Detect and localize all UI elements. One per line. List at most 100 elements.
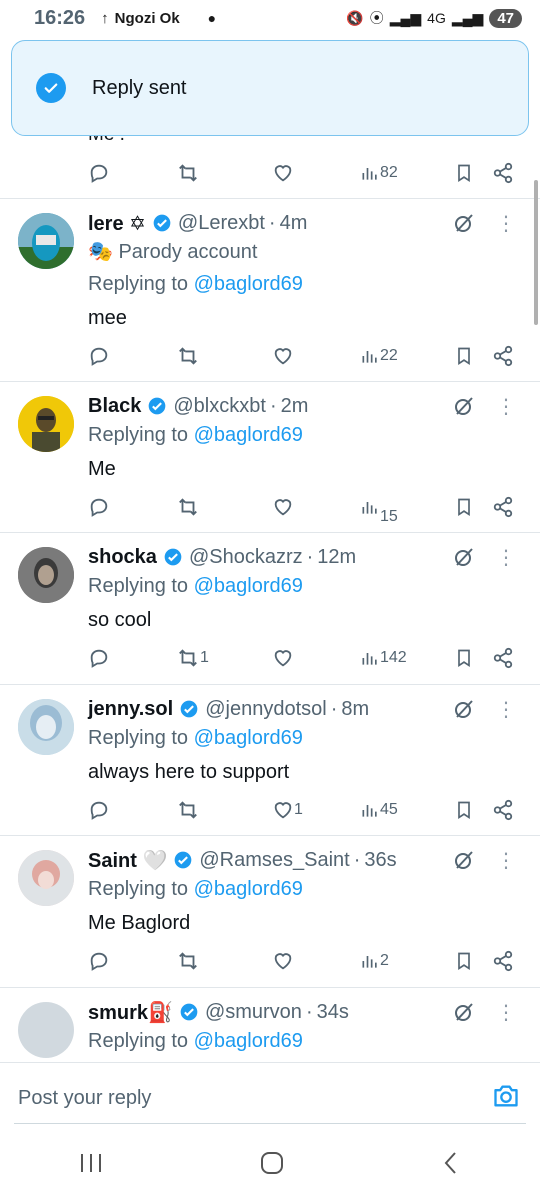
like-button[interactable]: 1 bbox=[272, 799, 303, 821]
share-button[interactable] bbox=[492, 799, 514, 821]
display-name[interactable]: Saint 🤍 bbox=[88, 848, 167, 873]
like-button[interactable] bbox=[272, 162, 294, 184]
tweet-time[interactable]: 34s bbox=[317, 1001, 349, 1024]
bookmark-icon bbox=[458, 649, 470, 668]
avatar[interactable] bbox=[18, 699, 74, 755]
reply-button[interactable] bbox=[88, 162, 110, 184]
avatar[interactable] bbox=[18, 547, 74, 603]
tweet-time[interactable]: 36s bbox=[364, 849, 396, 872]
share-button[interactable] bbox=[492, 647, 514, 669]
reply-tweet[interactable]: shocka @Shockazrz · 12m ⋮ Replying to @b… bbox=[0, 533, 540, 685]
reply-button[interactable] bbox=[88, 647, 110, 669]
user-handle[interactable]: @jennydotsol bbox=[205, 698, 326, 721]
views-count: 22 bbox=[380, 347, 398, 364]
views-icon bbox=[362, 805, 377, 817]
reply-tweet[interactable]: lere ✡ @Lerexbt · 4m ⋮ 🎭 Parody account … bbox=[0, 199, 540, 382]
grok-icon[interactable] bbox=[452, 394, 476, 423]
views-button[interactable]: 45 bbox=[360, 800, 398, 820]
grok-icon[interactable] bbox=[452, 211, 476, 240]
views-button[interactable]: 142 bbox=[360, 648, 407, 668]
back-icon[interactable] bbox=[440, 1150, 462, 1181]
bookmark-button[interactable] bbox=[454, 345, 474, 367]
bookmark-button[interactable] bbox=[454, 496, 474, 518]
views-button[interactable]: 82 bbox=[360, 163, 398, 183]
retweet-icon bbox=[179, 801, 197, 819]
retweet-button[interactable]: 1 bbox=[176, 647, 209, 669]
reply-button[interactable] bbox=[88, 496, 110, 518]
avatar[interactable] bbox=[18, 396, 74, 452]
replying-to-link[interactable]: @baglord69 bbox=[194, 1030, 303, 1052]
retweet-button[interactable] bbox=[176, 162, 200, 184]
replying-to-link[interactable]: @baglord69 bbox=[194, 575, 303, 597]
views-button[interactable]: 2 bbox=[360, 951, 389, 971]
avatar[interactable] bbox=[18, 213, 74, 269]
bookmark-button[interactable] bbox=[454, 799, 474, 821]
parody-label: 🎭 Parody account bbox=[88, 239, 257, 264]
verified-badge-icon bbox=[163, 547, 183, 567]
share-button[interactable] bbox=[492, 345, 514, 367]
more-options-icon[interactable]: ⋮ bbox=[496, 848, 516, 873]
replying-to-link[interactable]: @baglord69 bbox=[194, 424, 303, 446]
grok-icon[interactable] bbox=[452, 697, 476, 726]
retweet-button[interactable] bbox=[176, 345, 200, 367]
reply-tweet[interactable]: Saint 🤍 @Ramses_Saint · 36s ⋮ Replying t… bbox=[0, 836, 540, 988]
reply-tweet[interactable]: Black @blxckxbt · 2m ⋮ Replying to @bagl… bbox=[0, 382, 540, 533]
like-button[interactable] bbox=[272, 496, 294, 518]
tweet-time[interactable]: 2m bbox=[281, 395, 309, 418]
bookmark-button[interactable] bbox=[454, 162, 474, 184]
like-button[interactable] bbox=[272, 950, 294, 972]
tweet-time[interactable]: 12m bbox=[317, 546, 356, 569]
more-options-icon[interactable]: ⋮ bbox=[496, 545, 516, 570]
reply-composer[interactable]: Post your reply bbox=[0, 1062, 540, 1128]
share-button[interactable] bbox=[492, 950, 514, 972]
replying-to-link[interactable]: @baglord69 bbox=[194, 727, 303, 749]
user-handle[interactable]: @Shockazrz bbox=[189, 546, 303, 569]
display-name[interactable]: lere ✡ bbox=[88, 211, 146, 236]
reply-tweet[interactable]: smurk⛽ @smurvon · 34s ⋮ Replying to @bag… bbox=[0, 988, 540, 1060]
user-handle[interactable]: @Ramses_Saint bbox=[199, 849, 349, 872]
recent-apps-icon[interactable] bbox=[78, 1152, 104, 1179]
reply-button[interactable] bbox=[88, 799, 110, 821]
grok-icon[interactable] bbox=[452, 545, 476, 574]
views-button[interactable]: 22 bbox=[360, 346, 398, 366]
user-handle[interactable]: @blxckxbt bbox=[173, 395, 266, 418]
bookmark-button[interactable] bbox=[454, 647, 474, 669]
retweet-button[interactable] bbox=[176, 496, 200, 518]
camera-icon[interactable] bbox=[492, 1083, 520, 1114]
retweet-button[interactable] bbox=[176, 950, 200, 972]
home-icon[interactable] bbox=[259, 1150, 285, 1181]
views-button[interactable]: 15 bbox=[360, 497, 398, 525]
separator-dot: · bbox=[269, 394, 277, 417]
display-name[interactable]: Black bbox=[88, 395, 141, 418]
user-handle[interactable]: @smurvon bbox=[205, 1001, 302, 1024]
more-options-icon[interactable]: ⋮ bbox=[496, 697, 516, 722]
like-button[interactable] bbox=[272, 647, 294, 669]
bookmark-button[interactable] bbox=[454, 950, 474, 972]
tweet-time[interactable]: 4m bbox=[280, 212, 308, 235]
scrollbar[interactable] bbox=[534, 180, 538, 325]
avatar[interactable] bbox=[18, 850, 74, 906]
more-options-icon[interactable]: ⋮ bbox=[496, 211, 516, 236]
grok-icon[interactable] bbox=[452, 1000, 476, 1029]
replying-to-link[interactable]: @baglord69 bbox=[194, 273, 303, 295]
more-options-icon[interactable]: ⋮ bbox=[496, 394, 516, 419]
more-options-icon[interactable]: ⋮ bbox=[496, 1000, 516, 1025]
display-name[interactable]: smurk⛽ bbox=[88, 1000, 173, 1025]
grok-icon[interactable] bbox=[452, 848, 476, 877]
reply-tweet[interactable]: jenny.sol @jennydotsol · 8m ⋮ Replying t… bbox=[0, 685, 540, 836]
display-name[interactable]: jenny.sol bbox=[88, 698, 173, 721]
like-button[interactable] bbox=[272, 345, 294, 367]
reply-button[interactable] bbox=[88, 950, 110, 972]
replying-to-link[interactable]: @baglord69 bbox=[194, 878, 303, 900]
retweet-button[interactable] bbox=[176, 799, 200, 821]
display-name[interactable]: shocka bbox=[88, 546, 157, 569]
reply-input[interactable]: Post your reply bbox=[18, 1087, 151, 1110]
user-handle[interactable]: @Lerexbt bbox=[178, 212, 265, 235]
avatar[interactable] bbox=[18, 1002, 74, 1058]
tweet-text: Me bbox=[88, 458, 116, 480]
bookmark-icon bbox=[458, 347, 470, 366]
reply-button[interactable] bbox=[88, 345, 110, 367]
share-button[interactable] bbox=[492, 496, 514, 518]
tweet-time[interactable]: 8m bbox=[341, 698, 369, 721]
share-button[interactable] bbox=[492, 162, 514, 184]
